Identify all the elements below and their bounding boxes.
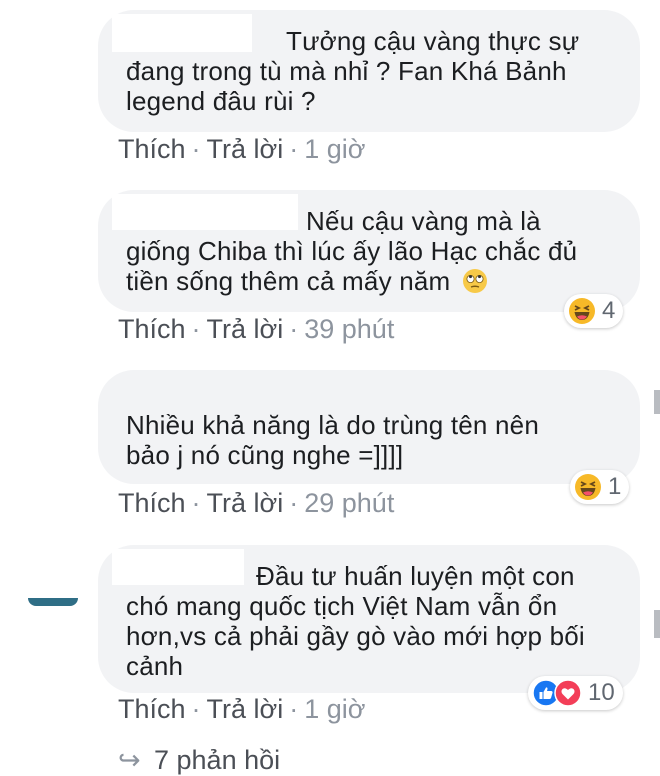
haha-icon [574,473,602,501]
comment-text-line: chó mang quốc tịch Việt Nam vẫn ổn [126,591,558,621]
timestamp[interactable]: 1 giờ [304,694,365,724]
love-icon [554,679,582,707]
timestamp[interactable]: 39 phút [304,314,394,344]
rolling-eyes-emoji-icon [462,268,488,300]
comment-text-line: tiền sống thêm cả mấy năm [126,266,612,300]
comment-text-line: đang trong tù mà nhỉ ? Fan Khá Bảnh [126,56,567,86]
comment-actions: Thích · Trả lời · 29 phút [118,488,395,518]
comment-text-line: giống Chiba thì lúc ấy lão Hạc chắc đủ [126,236,578,266]
view-replies-label: 7 phản hồi [154,745,281,775]
reply-link[interactable]: Trả lời [207,488,284,518]
reply-link[interactable]: Trả lời [207,314,284,344]
comment-actions: Thích · Trả lời · 1 giờ [118,134,366,164]
scrollbar-fragment [654,610,660,638]
like-link[interactable]: Thích [118,134,186,164]
reaction-count: 1 [608,473,622,500]
like-link[interactable]: Thích [118,314,186,344]
comment-actions: Thích · Trả lời · 39 phút [118,314,395,344]
comment-actions: Thích · Trả lời · 1 giờ [118,694,366,724]
like-link[interactable]: Thích [118,488,186,518]
comment-text-line: Nhiều khả năng là do trùng tên nên [126,410,539,440]
comment-text-line: hơn,vs cả phải gầy gò vào mới hợp bối [126,621,585,651]
scrollbar-fragment [654,390,660,414]
reply-arrow-icon: ↪ [118,745,141,775]
timestamp[interactable]: 29 phút [304,488,394,518]
timestamp[interactable]: 1 giờ [304,134,365,164]
redacted-author-name [112,549,244,585]
reaction-summary[interactable]: 1 [570,470,630,504]
comment-bubble: Nhiều khả năng là do trùng tên nên bảo j… [98,370,640,484]
reaction-summary[interactable]: 10 [528,676,623,710]
comment-text-line: legend đâu rùi ? [126,86,316,116]
reaction-count: 10 [588,679,615,706]
redacted-author-name [112,194,298,230]
haha-icon [568,297,596,325]
comment-text-line: bảo j nó cũng nghe =]]]] [126,440,404,470]
reply-link[interactable]: Trả lời [207,694,284,724]
reaction-count: 4 [602,297,616,324]
view-replies-link[interactable]: ↪ 7 phản hồi [118,745,280,776]
redacted-author-name [112,14,252,52]
like-link[interactable]: Thích [118,694,186,724]
avatar[interactable] [28,598,78,606]
reaction-summary[interactable]: 4 [564,294,624,328]
reply-link[interactable]: Trả lời [207,134,284,164]
